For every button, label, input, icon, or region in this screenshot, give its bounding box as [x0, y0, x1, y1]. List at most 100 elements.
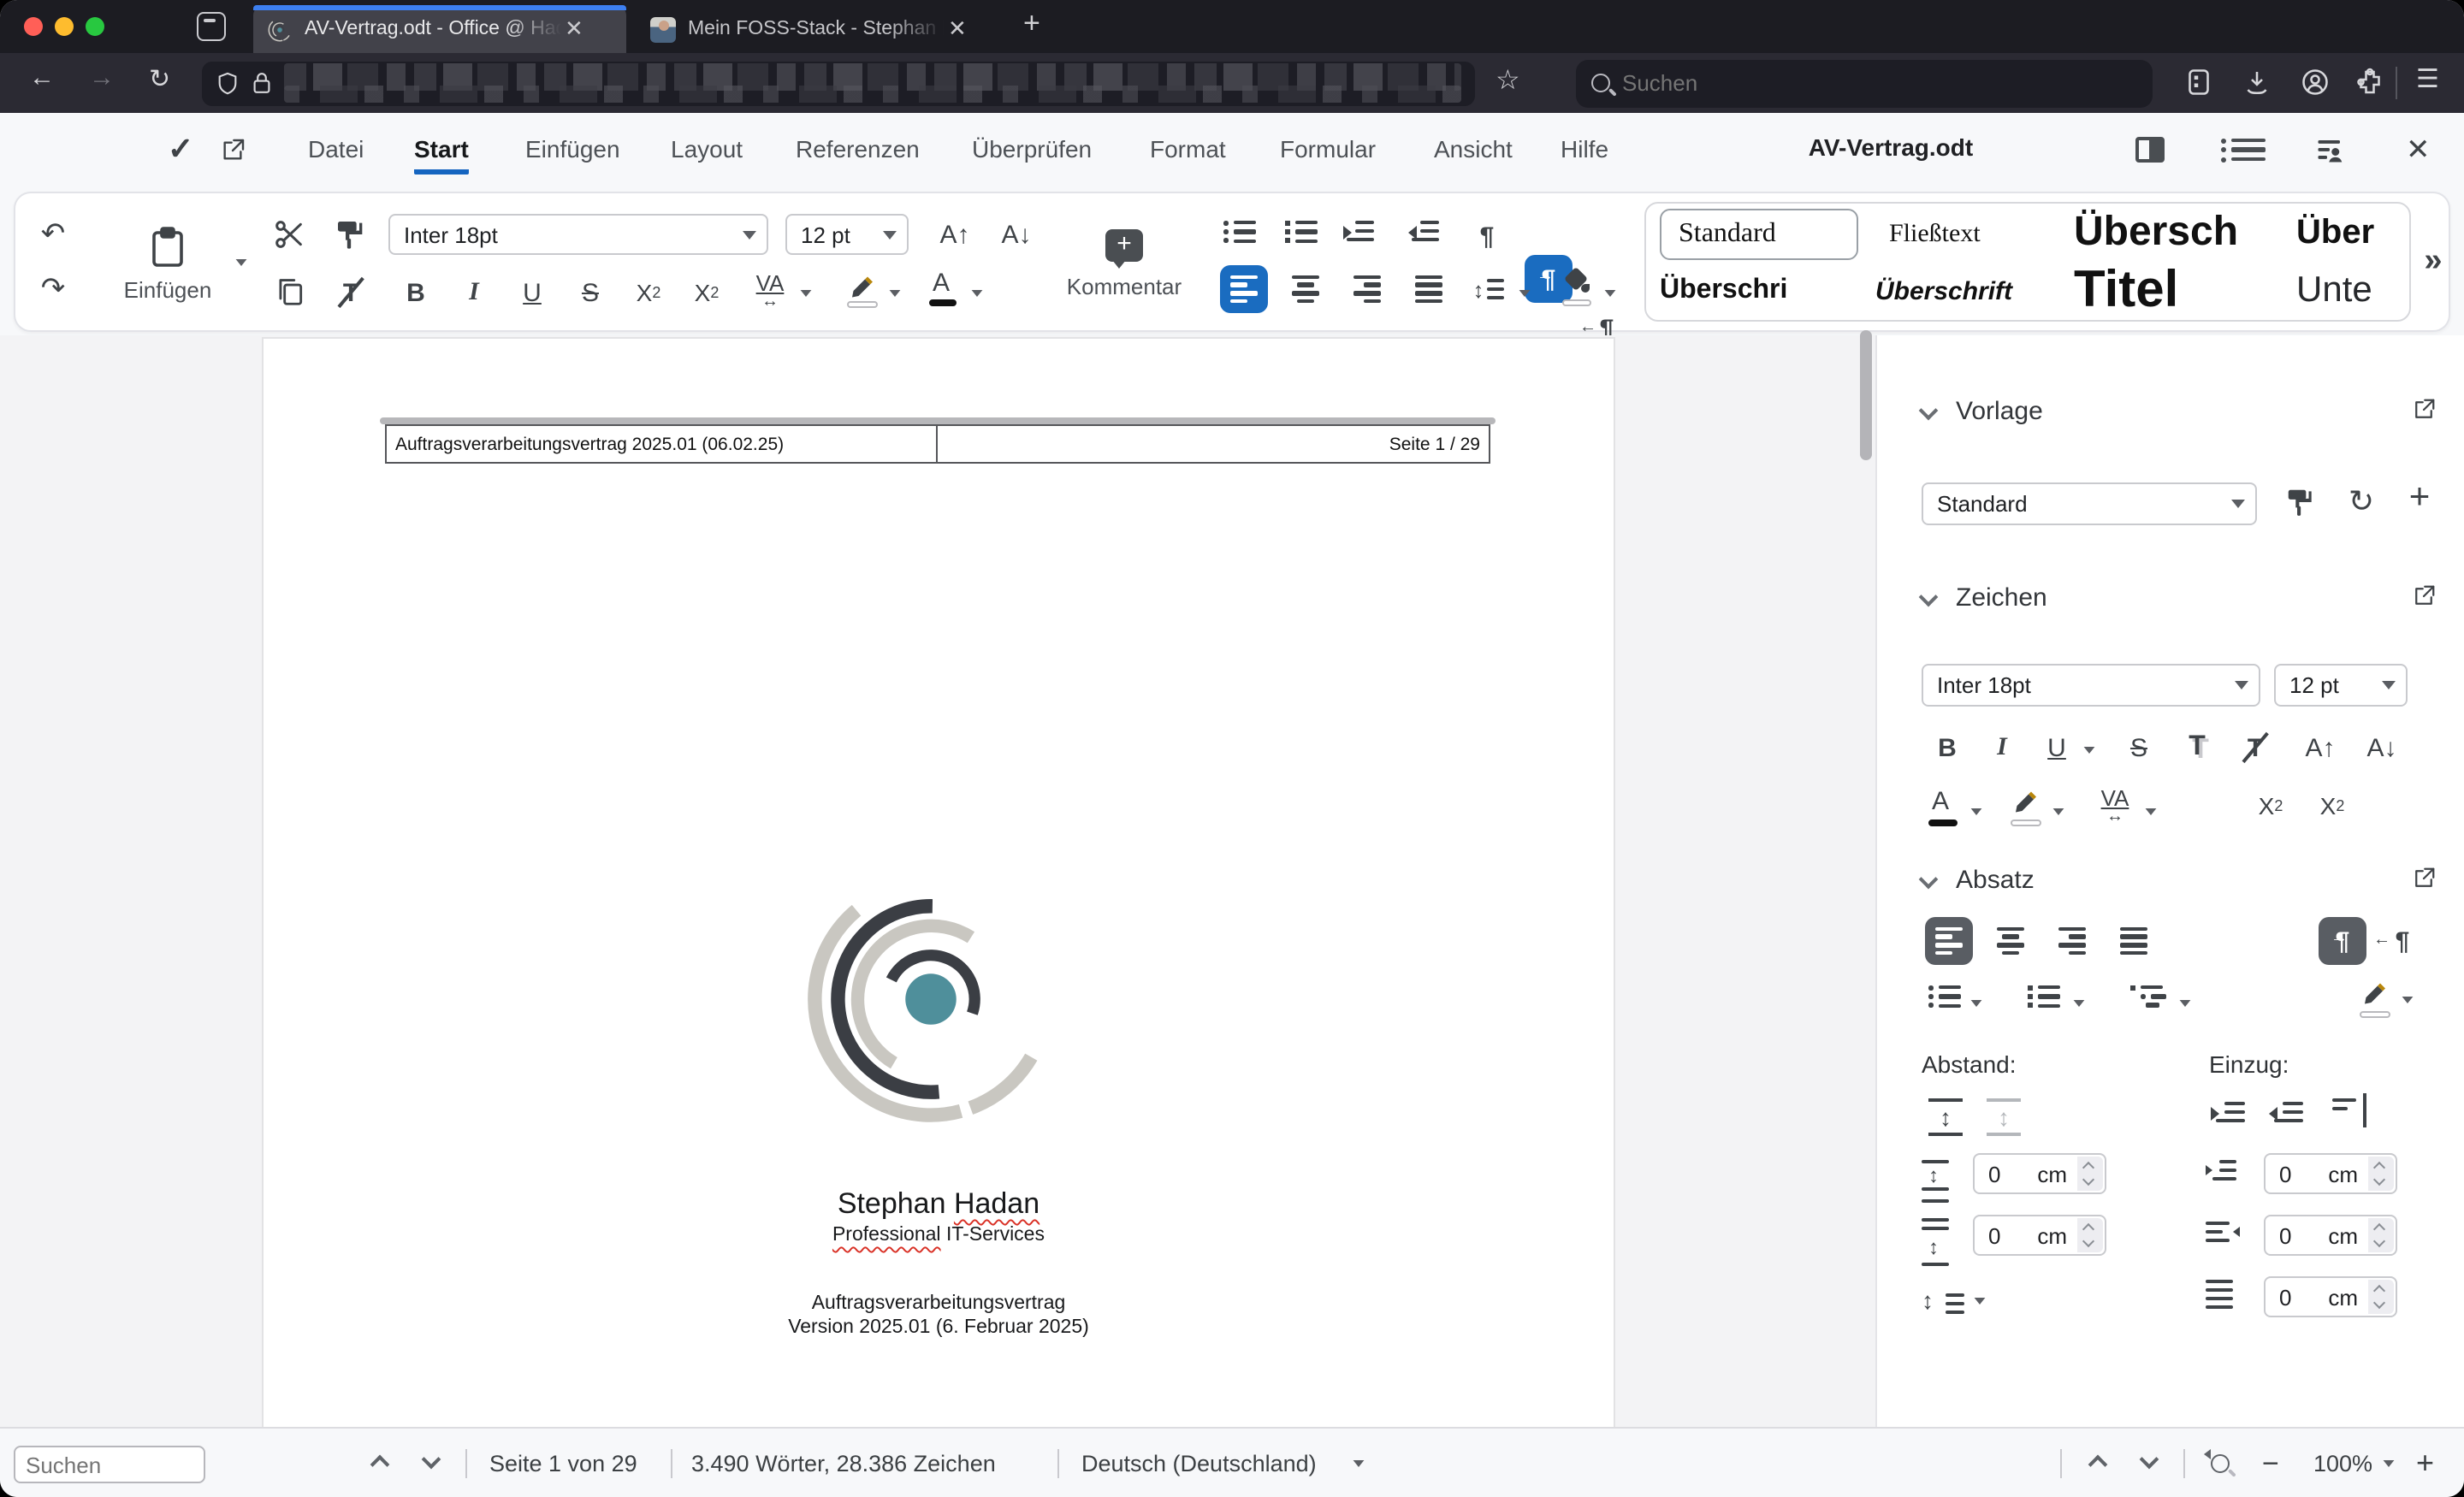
- sidebar-line-spacing-dropdown-arrow[interactable]: [1974, 1298, 1986, 1305]
- sidebar-rtl-icon[interactable]: ¶ ←: [2373, 919, 2425, 963]
- sidebar-italic-icon[interactable]: I: [1983, 729, 2021, 766]
- shield-icon[interactable]: [216, 70, 240, 96]
- superscript-icon[interactable]: X2: [686, 272, 727, 313]
- sidebar-underline-icon[interactable]: U: [2038, 729, 2076, 766]
- window-minimize-button[interactable]: [55, 17, 74, 36]
- back-button[interactable]: ←: [29, 63, 55, 92]
- search-next-icon[interactable]: [421, 1449, 441, 1470]
- bookmark-star-icon[interactable]: ☆: [1496, 63, 1520, 98]
- account-icon[interactable]: [2300, 67, 2331, 98]
- line-spacing-dropdown-arrow[interactable]: [1519, 290, 1531, 297]
- char-spacing-icon[interactable]: VA ↔: [748, 269, 792, 317]
- font-size-select[interactable]: 12 pt: [785, 214, 909, 255]
- menu-formular[interactable]: Formular: [1280, 135, 1376, 163]
- first-line-indent-spinner[interactable]: 0 cm: [2264, 1276, 2397, 1317]
- mirror-indent-icon[interactable]: [2332, 1093, 2367, 1127]
- undo-icon[interactable]: ↶: [33, 214, 74, 255]
- align-left-icon[interactable]: [1220, 265, 1268, 313]
- sidebar-subscript-icon[interactable]: X2: [2312, 787, 2353, 825]
- url-bar[interactable]: [202, 61, 1475, 105]
- increase-spacing-icon[interactable]: ↕: [1928, 1098, 1963, 1136]
- sidebar-superscript-icon[interactable]: X2: [2250, 787, 2291, 825]
- bold-icon[interactable]: B: [395, 272, 436, 313]
- menu-ueberpruefen[interactable]: Überprüfen: [972, 135, 1092, 163]
- align-center-icon[interactable]: [1282, 265, 1330, 313]
- window-zoom-button[interactable]: [86, 17, 104, 36]
- tab-close-icon[interactable]: ✕: [565, 15, 583, 43]
- numbered-list-icon[interactable]: [1285, 221, 1318, 243]
- menu-layout[interactable]: Layout: [671, 135, 743, 163]
- hamburger-menu-icon[interactable]: ☰: [2416, 63, 2439, 94]
- shrink-font-icon[interactable]: A↓: [994, 214, 1039, 255]
- line-spacing-icon[interactable]: ↕: [1466, 269, 1511, 310]
- zoom-level[interactable]: 100%: [2313, 1451, 2372, 1476]
- document-canvas[interactable]: Auftragsverarbeitungsvertrag 2025.01 (06…: [0, 335, 1875, 1427]
- language-selector[interactable]: Deutsch (Deutschland): [1081, 1451, 1317, 1476]
- browser-tab[interactable]: Mein FOSS-Stack - Stephan Ha ✕: [637, 5, 996, 53]
- font-color-dropdown-arrow[interactable]: [971, 290, 983, 297]
- align-justify-icon[interactable]: [1405, 265, 1453, 313]
- paste-button[interactable]: Einfügen: [94, 207, 241, 320]
- sidebar-align-left-icon[interactable]: [1925, 917, 1973, 965]
- zeichen-collapse-icon[interactable]: [1918, 587, 1939, 607]
- browser-search-box[interactable]: [1576, 59, 2153, 107]
- formatting-marks-icon[interactable]: ¶: [1466, 214, 1507, 258]
- sidebar-grow-font-icon[interactable]: A↑: [2298, 729, 2343, 766]
- doc-contract-line[interactable]: Auftragsverarbeitungsvertrag: [264, 1293, 1614, 1314]
- menu-referenzen[interactable]: Referenzen: [796, 135, 920, 163]
- font-color-icon[interactable]: A: [929, 269, 957, 305]
- sidebar-shrink-font-icon[interactable]: A↓: [2360, 729, 2404, 766]
- align-right-icon[interactable]: [1343, 265, 1391, 313]
- doc-version-line[interactable]: Version 2025.01 (6. Februar 2025): [264, 1317, 1614, 1338]
- header-cell-right[interactable]: Seite 1 / 29: [938, 426, 1489, 462]
- shadow-icon[interactable]: T: [2178, 729, 2216, 766]
- increase-indent-icon[interactable]: [1343, 221, 1374, 242]
- language-dropdown-arrow[interactable]: [1353, 1460, 1365, 1467]
- style-fliesstext[interactable]: Fließtext: [1875, 209, 2060, 260]
- document-page[interactable]: Auftragsverarbeitungsvertrag 2025.01 (06…: [262, 337, 1615, 1427]
- char-spacing-dropdown-arrow[interactable]: [800, 290, 812, 297]
- copy-icon[interactable]: [274, 275, 306, 308]
- sidebar-font-name-select[interactable]: Inter 18pt: [1922, 664, 2260, 707]
- style-titel[interactable]: Titel: [2074, 258, 2283, 323]
- page-header-table[interactable]: Auftragsverarbeitungsvertrag 2025.01 (06…: [385, 424, 1490, 464]
- document-scrollbar[interactable]: [1860, 330, 1872, 460]
- sidebar-bold-icon[interactable]: B: [1928, 729, 1966, 766]
- highlight-color-icon[interactable]: [847, 272, 878, 308]
- word-count[interactable]: 3.490 Wörter, 28.386 Zeichen: [691, 1451, 996, 1476]
- user-list-icon[interactable]: [2313, 135, 2346, 166]
- reload-button[interactable]: ↻: [149, 63, 170, 94]
- sidebar-outline-list-icon[interactable]: [2130, 985, 2166, 1008]
- save-check-icon[interactable]: ✓: [168, 132, 193, 168]
- window-close-button[interactable]: [24, 17, 43, 36]
- strikethrough-icon[interactable]: S: [570, 272, 611, 313]
- forward-button[interactable]: →: [89, 63, 115, 92]
- menu-format[interactable]: Format: [1150, 135, 1226, 163]
- tab-overview-icon[interactable]: [197, 12, 226, 41]
- cut-scissors-icon[interactable]: [272, 217, 306, 251]
- sidebar-font-color-icon[interactable]: A: [1928, 787, 1958, 825]
- underline-dropdown-arrow[interactable]: [2083, 747, 2095, 754]
- sidebar-toggle-icon[interactable]: [2135, 137, 2165, 163]
- underline-icon[interactable]: U: [512, 272, 553, 313]
- decrease-spacing-icon[interactable]: ↕: [1987, 1098, 2021, 1136]
- absatz-collapse-icon[interactable]: [1918, 869, 1939, 890]
- outline-list-icon[interactable]: [2221, 139, 2266, 163]
- bullet-list-dropdown-arrow[interactable]: [1970, 1000, 1982, 1007]
- comment-button[interactable]: + Kommentar: [1052, 207, 1196, 320]
- next-page-icon[interactable]: [2139, 1449, 2159, 1470]
- search-previous-icon[interactable]: [370, 1454, 390, 1475]
- extension-puzzle-icon[interactable]: [2354, 67, 2385, 98]
- style-ueberschrift4[interactable]: Überschrift: [1875, 265, 2060, 317]
- sidebar-align-right-icon[interactable]: [2048, 917, 2096, 965]
- absatz-dialog-icon[interactable]: [2411, 866, 2437, 891]
- sidebar-highlight-icon[interactable]: [2011, 787, 2041, 825]
- menu-start[interactable]: Start: [414, 135, 469, 175]
- clear-formatting-icon[interactable]: T: [332, 274, 370, 311]
- sidebar-align-center-icon[interactable]: [1987, 917, 2035, 965]
- font-name-select[interactable]: Inter 18pt: [388, 214, 768, 255]
- sidebar-ltr-icon[interactable]: ¶ →: [2319, 917, 2366, 965]
- sidebar-paragraph-highlight-icon[interactable]: [2360, 979, 2390, 1017]
- menu-hilfe[interactable]: Hilfe: [1561, 135, 1608, 163]
- doc-subtitle-line[interactable]: Professional IT-Services: [264, 1225, 1614, 1246]
